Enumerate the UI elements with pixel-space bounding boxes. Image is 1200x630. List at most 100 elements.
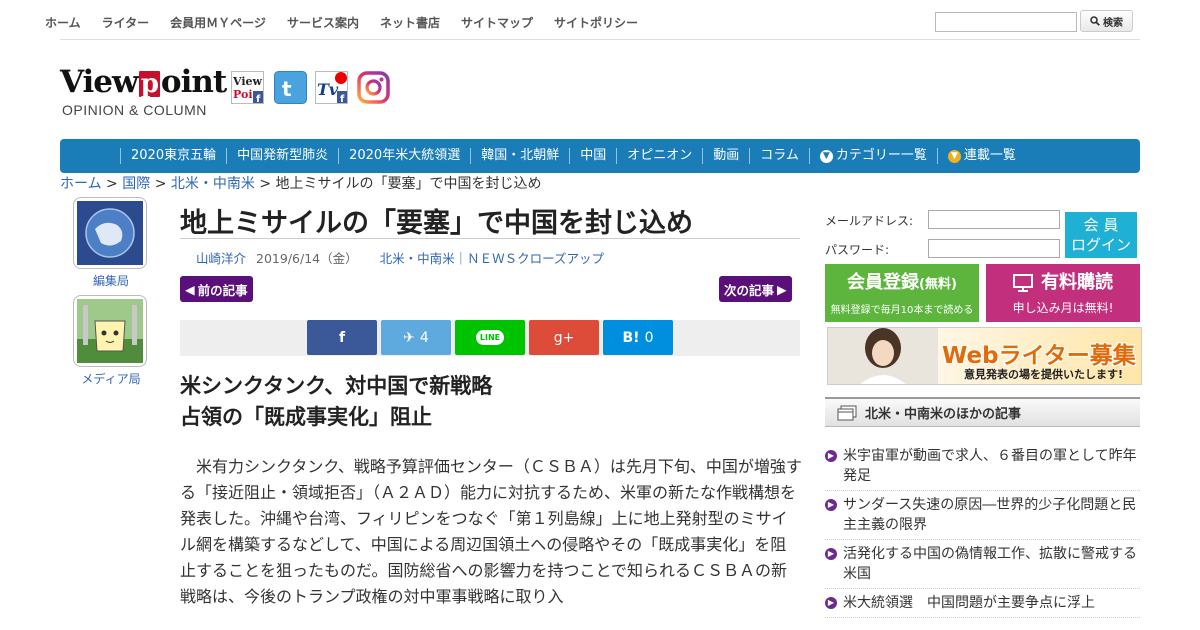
viewpoint-tv-icon[interactable]: Tv f bbox=[315, 71, 348, 104]
breadcrumb-current: 地上ミサイルの「要塞」で中国を封じ込め bbox=[275, 176, 542, 192]
chevron-right-icon: ▶ bbox=[777, 281, 787, 297]
nav-coronavirus[interactable]: 中国発新型肺炎 bbox=[226, 148, 338, 164]
writer-photo bbox=[828, 328, 938, 384]
bullet-arrow-icon: ▶ bbox=[825, 597, 837, 609]
svg-text:f: f bbox=[340, 94, 345, 104]
breadcrumb: ホーム > 国際 > 北米・中南米 > 地上ミサイルの「要塞」で中国を封じ込め bbox=[60, 173, 542, 193]
breadcrumb-separator: > bbox=[259, 176, 272, 192]
svg-text:Poi: Poi bbox=[233, 88, 253, 101]
line-share-button[interactable]: LINE bbox=[455, 320, 525, 355]
media-image bbox=[73, 295, 147, 367]
nav-video[interactable]: 動画 bbox=[702, 148, 749, 164]
facebook-share-button[interactable]: f bbox=[307, 320, 377, 355]
editorial-box[interactable]: 編集局 bbox=[73, 197, 149, 289]
subscribe-sub: 申し込み月は無料! bbox=[1012, 301, 1114, 315]
chevron-down-icon: ▼ bbox=[947, 149, 961, 163]
top-nav-mypage[interactable]: 会員用ＭＹページ bbox=[170, 14, 266, 31]
search-button-label: 検索 bbox=[1103, 17, 1123, 29]
article-subtitle: 米シンクタンク、対中国で新戦略 占領の「既成事実化」阻止 bbox=[180, 371, 492, 433]
viewpoint-facebook-icon[interactable]: View Poi f bbox=[231, 71, 264, 104]
password-label: パスワード: bbox=[825, 243, 890, 257]
twitter-bird-icon: ✈ bbox=[403, 329, 415, 346]
nav-tokyo-olympics[interactable]: 2020東京五輪 bbox=[120, 148, 226, 164]
twitter-share-count: 4 bbox=[419, 329, 429, 346]
article-body: 米有力シンクタンク、戦略予算評価センター（ＣＳＢＡ）は先月下旬、中国が増強する「… bbox=[180, 457, 802, 606]
svg-text:View: View bbox=[232, 75, 263, 88]
nav-column[interactable]: コラム bbox=[749, 148, 809, 164]
svg-text:f: f bbox=[256, 94, 261, 104]
subtitle-line-1: 米シンクタンク、対中国で新戦略 bbox=[180, 374, 493, 398]
email-field[interactable] bbox=[928, 210, 1060, 229]
subtitle-line-2: 占領の「既成事実化」阻止 bbox=[180, 405, 432, 429]
web-writer-banner[interactable]: Webライター募集 意見発表の場を提供いたします! bbox=[827, 327, 1142, 385]
monitor-icon bbox=[1013, 274, 1033, 292]
nav-korea[interactable]: 韓国・北朝鮮 bbox=[470, 148, 569, 164]
article-categories[interactable]: 北米・中南米｜ＮＥＷＳクローズアップ bbox=[380, 248, 604, 267]
subscribe-title: 有料購読 bbox=[1041, 272, 1113, 293]
logo-subtitle: OPINION & COLUMN bbox=[62, 102, 207, 118]
top-nav-policy[interactable]: サイトポリシー bbox=[554, 14, 638, 31]
line-icon: LINE bbox=[475, 330, 505, 345]
main-nav: 2020東京五輪 中国発新型肺炎 2020年米大統領選 韓国・北朝鮮 中国 オピ… bbox=[60, 139, 1140, 173]
editorial-image bbox=[73, 197, 147, 269]
prev-article-button[interactable]: ◀ 前の記事 bbox=[180, 276, 253, 302]
top-nav-links: ホーム ライター 会員用ＭＹページ サービス案内 ネット書店 サイトマップ サイ… bbox=[45, 14, 638, 31]
top-nav-writer[interactable]: ライター bbox=[102, 14, 150, 31]
other-articles-header: 北米・中南米のほかの記事 bbox=[825, 397, 1140, 427]
gplus-share-button[interactable]: g+ bbox=[529, 320, 599, 355]
article-title: 地上ミサイルの「要塞」で中国を封じ込め bbox=[180, 208, 693, 239]
register-free: (無料) bbox=[919, 277, 957, 292]
top-nav-bookstore[interactable]: ネット書店 bbox=[380, 14, 440, 31]
media-box[interactable]: メディア局 bbox=[73, 295, 149, 387]
twitter-share-button[interactable]: ✈ 4 bbox=[381, 320, 451, 355]
search-button[interactable]: 検索 bbox=[1080, 10, 1133, 32]
instagram-icon[interactable] bbox=[357, 71, 390, 104]
register-title: 会員登録 bbox=[847, 272, 920, 293]
register-button[interactable]: 会員登録(無料) 無料登録で毎月10本まで読める bbox=[825, 264, 979, 322]
media-caption: メディア局 bbox=[81, 372, 141, 386]
svg-text:Tv: Tv bbox=[317, 80, 339, 99]
list-item[interactable]: ▶ 米宇宙軍が動画で求人、６番目の軍として昨年発足 bbox=[825, 446, 1140, 491]
article-meta: 山崎洋介 2019/6/14（金） 北米・中南米｜ＮＥＷＳクローズアップ bbox=[196, 248, 604, 267]
editorial-caption: 編集局 bbox=[92, 274, 129, 288]
nav-us-election[interactable]: 2020年米大統領選 bbox=[338, 148, 470, 164]
breadcrumb-international[interactable]: 国際 bbox=[122, 176, 150, 192]
chevron-down-icon: ▼ bbox=[819, 149, 833, 163]
bullet-arrow-icon: ▶ bbox=[825, 548, 837, 560]
next-article-button[interactable]: 次の記事 ▶ bbox=[719, 276, 792, 302]
gplus-icon: g+ bbox=[553, 329, 575, 346]
hatena-share-count: 0 bbox=[644, 329, 654, 346]
subscribe-button[interactable]: 有料購読 申し込み月は無料! bbox=[986, 264, 1140, 322]
title-divider bbox=[180, 238, 800, 239]
article-author[interactable]: 山崎洋介 bbox=[196, 248, 246, 267]
nav-opinion[interactable]: オピニオン bbox=[616, 148, 702, 164]
chevron-left-icon: ◀ bbox=[185, 281, 195, 297]
banner-title: Webライター募集 bbox=[942, 343, 1136, 369]
breadcrumb-region[interactable]: 北米・中南米 bbox=[171, 176, 255, 192]
email-label: メールアドレス: bbox=[825, 214, 914, 228]
hatena-icon: B! bbox=[622, 329, 640, 346]
nav-category-list[interactable]: ▼ カテゴリー一覧 bbox=[808, 148, 937, 164]
banner-sub: 意見発表の場を提供いたします! bbox=[964, 368, 1124, 381]
password-field[interactable] bbox=[928, 239, 1060, 258]
top-nav-home[interactable]: ホーム bbox=[45, 14, 81, 31]
share-bar: f ✈ 4 LINE g+ B! 0 bbox=[180, 320, 800, 356]
login-button[interactable]: 会 員 ログイン bbox=[1065, 212, 1137, 258]
top-nav-sitemap[interactable]: サイトマップ bbox=[461, 14, 533, 31]
top-nav-service[interactable]: サービス案内 bbox=[287, 14, 359, 31]
nav-china[interactable]: 中国 bbox=[569, 148, 616, 164]
twitter-icon[interactable]: t bbox=[274, 71, 307, 104]
breadcrumb-separator: > bbox=[154, 176, 167, 192]
list-item[interactable]: ▶ 活発化する中国の偽情報工作、拡散に警戒する米国 bbox=[825, 544, 1140, 589]
site-logo[interactable]: View p oint OPINION & COLUMN bbox=[60, 64, 227, 125]
svg-text:t: t bbox=[282, 77, 292, 101]
list-item[interactable]: ▶ 米大統領選 中国問題が主要争点に浮上 bbox=[825, 593, 1140, 618]
hatena-share-button[interactable]: B! 0 bbox=[603, 320, 673, 355]
breadcrumb-home[interactable]: ホーム bbox=[60, 176, 102, 192]
other-articles-heading: 北米・中南米のほかの記事 bbox=[865, 407, 1022, 422]
nav-series-list[interactable]: ▼ 連載一覧 bbox=[936, 148, 1026, 164]
window-icon bbox=[837, 405, 857, 420]
logo-wordmark: View p oint bbox=[60, 64, 227, 100]
search-input[interactable] bbox=[935, 12, 1077, 32]
list-item[interactable]: ▶ サンダース失速の原因―世界的少子化問題と民主主義の限界 bbox=[825, 495, 1140, 540]
